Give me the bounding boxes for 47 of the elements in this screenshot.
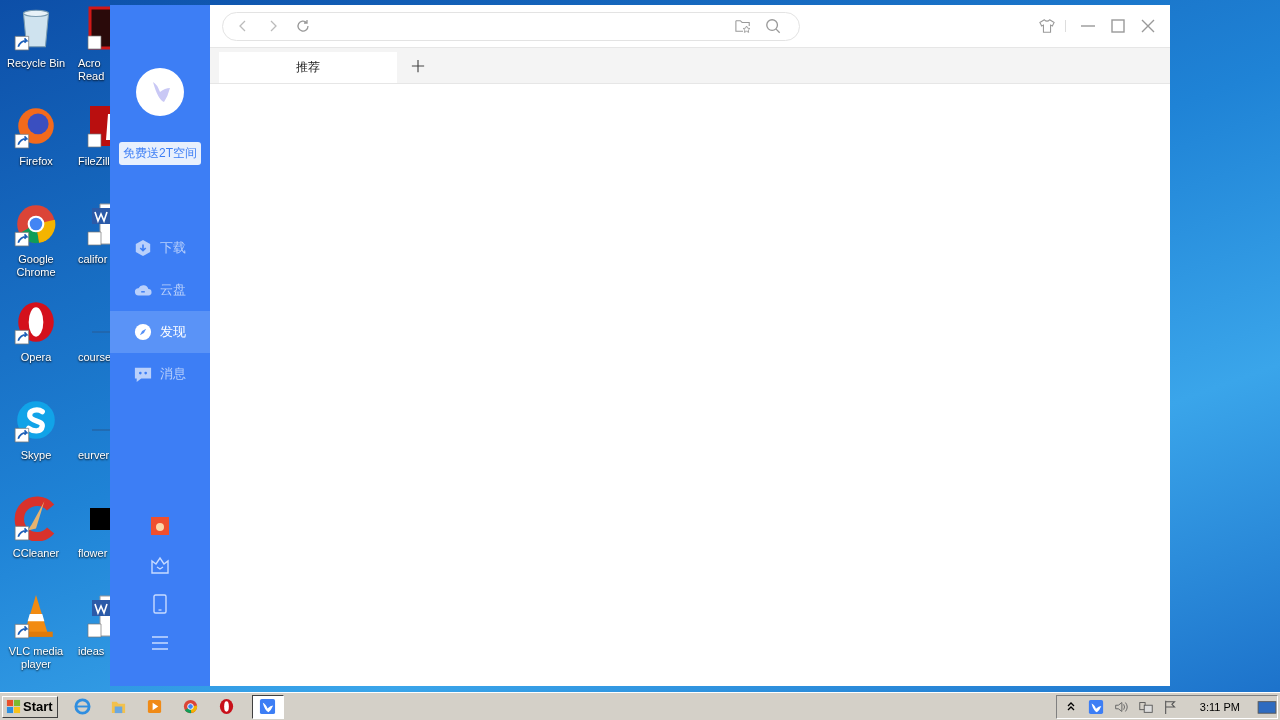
windows-logo-icon bbox=[6, 699, 21, 714]
bird-icon[interactable] bbox=[1087, 698, 1104, 715]
nav-item[interactable]: 发现 bbox=[110, 311, 210, 353]
bird-icon bbox=[259, 698, 277, 715]
chat-icon bbox=[134, 365, 152, 383]
nav-item[interactable]: 下载 bbox=[110, 227, 210, 269]
desktop-icon-label[interactable]: flower bbox=[78, 547, 108, 560]
tablet-icon[interactable] bbox=[150, 594, 170, 614]
nav-item[interactable]: 云盘 bbox=[110, 269, 210, 311]
gift-icon[interactable] bbox=[150, 516, 170, 536]
desktop-icon-label[interactable]: Google Chrome bbox=[1, 253, 71, 279]
desktop-icon-label[interactable]: Opera bbox=[1, 351, 71, 364]
menu-icon[interactable] bbox=[150, 633, 170, 653]
start-button[interactable]: Start bbox=[2, 695, 58, 718]
desktop-icon-label[interactable]: ideas bbox=[78, 645, 108, 658]
chrome-icon bbox=[182, 698, 200, 715]
avatar-icon[interactable] bbox=[136, 68, 184, 116]
ie-icon bbox=[74, 698, 92, 715]
desktop-icon-label[interactable]: califor bbox=[78, 253, 108, 266]
desktop-icon-label[interactable]: FileZill bbox=[78, 155, 108, 168]
flag-icon[interactable] bbox=[1162, 698, 1179, 715]
desktop-icon-label[interactable]: VLC media player bbox=[1, 645, 71, 671]
desktop-icon-label[interactable]: CCleaner bbox=[1, 547, 71, 560]
close-icon[interactable] bbox=[1140, 18, 1156, 34]
opera-icon bbox=[218, 698, 236, 715]
show-desktop-icon[interactable] bbox=[1257, 698, 1277, 715]
desktop-icon-label[interactable]: Acro Read bbox=[78, 57, 108, 83]
shirt-icon[interactable] bbox=[1039, 18, 1055, 34]
tab[interactable]: 推荐 bbox=[219, 52, 397, 83]
search-icon[interactable] bbox=[765, 18, 781, 34]
desktop-icon-label[interactable]: course bbox=[78, 351, 108, 364]
clock[interactable]: 3:11 PM bbox=[1199, 700, 1240, 713]
crown-icon[interactable] bbox=[150, 555, 170, 575]
promo-badge[interactable]: 免费送2T空间 bbox=[119, 142, 201, 165]
compass-icon bbox=[134, 323, 152, 341]
desktop-icon-label[interactable]: eurver bbox=[78, 449, 108, 462]
maximize-icon[interactable] bbox=[1110, 18, 1126, 34]
folder-star-icon[interactable] bbox=[735, 18, 751, 34]
play-icon bbox=[146, 698, 164, 715]
taskbar-app[interactable] bbox=[251, 694, 284, 719]
desktop-icon-label[interactable]: Firefox bbox=[1, 155, 71, 168]
refresh-icon[interactable] bbox=[295, 18, 311, 34]
download-icon bbox=[134, 239, 152, 257]
desktop-icon-label[interactable]: Skype bbox=[1, 449, 71, 462]
nav-item[interactable]: 消息 bbox=[110, 353, 210, 395]
add-tab-icon[interactable] bbox=[411, 59, 425, 73]
desktop-icon-label[interactable]: Recycle Bin bbox=[1, 57, 71, 70]
